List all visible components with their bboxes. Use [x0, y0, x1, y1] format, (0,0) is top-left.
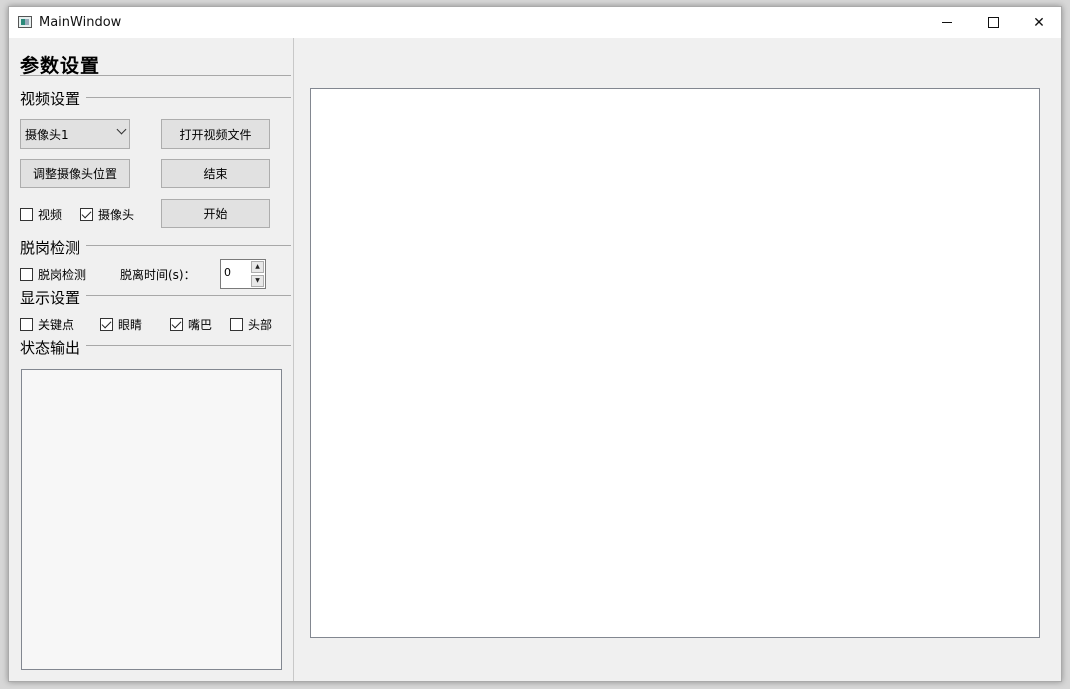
main-window: MainWindow ✕ 参数设置 视频设置 摄像头1 打开视频文件 调整摄像头… — [8, 6, 1062, 682]
minimize-button[interactable] — [924, 7, 970, 38]
minimize-icon — [942, 22, 952, 23]
maximize-button[interactable] — [970, 7, 1016, 38]
leave-detection-checkbox-box[interactable] — [20, 268, 33, 281]
video-checkbox-label: 视频 — [38, 208, 63, 222]
chevron-down-icon — [116, 124, 127, 135]
status-output-textbox[interactable] — [21, 369, 282, 670]
head-checkbox[interactable]: 头部 — [230, 316, 272, 333]
video-settings-title: 视频设置 — [20, 88, 87, 109]
mouth-checkbox-box[interactable] — [170, 318, 183, 331]
close-icon: ✕ — [1033, 14, 1045, 31]
heading-divider — [20, 75, 291, 76]
open-video-file-button[interactable]: 打开视频文件 — [161, 119, 270, 149]
leave-time-label: 脱离时间(s)： — [120, 268, 196, 282]
panel-heading: 参数设置 — [20, 55, 101, 77]
keypoints-checkbox-label: 关键点 — [38, 318, 75, 332]
camera-checkbox-label: 摄像头 — [98, 208, 135, 222]
camera-select[interactable]: 摄像头1 — [20, 119, 130, 149]
head-checkbox-box[interactable] — [230, 318, 243, 331]
spin-arrows: ▲ ▼ — [251, 261, 264, 288]
status-output-title: 状态输出 — [20, 337, 87, 358]
stop-button[interactable]: 结束 — [161, 159, 270, 188]
display-settings-title: 显示设置 — [20, 287, 87, 308]
spin-up-icon[interactable]: ▲ — [251, 261, 264, 273]
video-checkbox-box[interactable] — [20, 208, 33, 221]
leave-time-value[interactable]: 0 — [224, 266, 231, 279]
start-button[interactable]: 开始 — [161, 199, 270, 228]
window-title: MainWindow — [39, 15, 122, 30]
eyes-checkbox-box[interactable] — [100, 318, 113, 331]
maximize-icon — [987, 17, 999, 28]
camera-select-value: 摄像头1 — [25, 127, 69, 142]
head-checkbox-label: 头部 — [248, 318, 273, 332]
leave-detection-checkbox[interactable]: 脱岗检测 — [20, 266, 86, 283]
camera-checkbox[interactable]: 摄像头 — [80, 206, 134, 223]
eyes-checkbox[interactable]: 眼睛 — [100, 316, 142, 333]
adjust-camera-button[interactable]: 调整摄像头位置 — [20, 159, 130, 188]
close-button[interactable]: ✕ — [1016, 7, 1061, 38]
panel-splitter[interactable] — [293, 38, 294, 681]
title-bar[interactable]: MainWindow ✕ — [9, 7, 1061, 38]
keypoints-checkbox-box[interactable] — [20, 318, 33, 331]
leave-detection-checkbox-label: 脱岗检测 — [38, 268, 87, 282]
mouth-checkbox[interactable]: 嘴巴 — [170, 316, 212, 333]
eyes-checkbox-label: 眼睛 — [118, 318, 143, 332]
mouth-checkbox-label: 嘴巴 — [188, 318, 213, 332]
spin-down-icon[interactable]: ▼ — [251, 275, 264, 287]
keypoints-checkbox[interactable]: 关键点 — [20, 316, 74, 333]
video-checkbox[interactable]: 视频 — [20, 206, 62, 223]
leave-detection-title: 脱岗检测 — [20, 237, 87, 258]
app-icon — [18, 16, 32, 28]
leave-time-spinbox[interactable]: 0 ▲ ▼ — [220, 259, 266, 289]
video-display-area — [310, 88, 1040, 638]
camera-checkbox-box[interactable] — [80, 208, 93, 221]
